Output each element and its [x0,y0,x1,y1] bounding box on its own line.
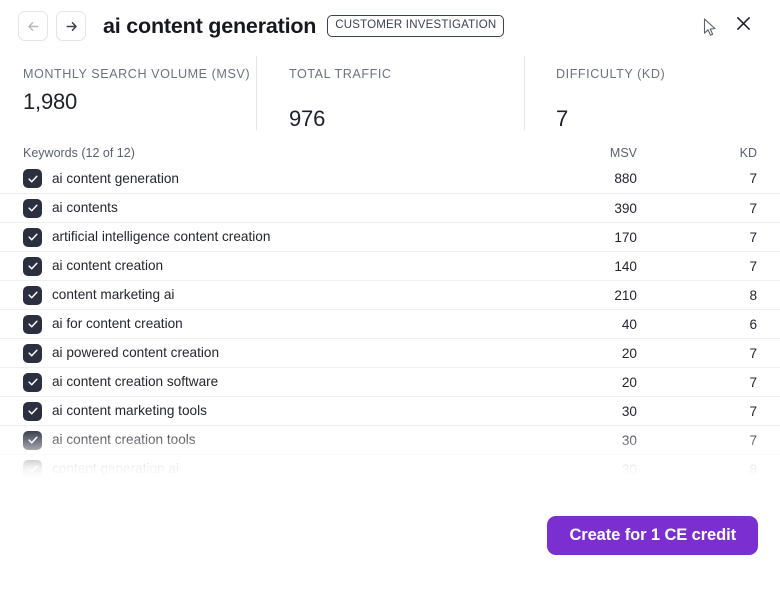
close-button[interactable] [730,13,756,39]
keyword-cell: ai content creation [23,256,527,276]
keywords-rows: ai content generation 880 7 ai contents 390 7… [0,164,780,478]
metric-value: 7 [556,106,569,131]
nav-buttons [18,11,86,41]
arrow-right-icon [64,19,79,34]
keyword-msv-value: 30 [621,461,637,477]
table-row[interactable]: ai content marketing tools 30 7 [0,396,780,425]
status-badge: CUSTOMER INVESTIGATION [327,15,505,37]
keyword-kd-value: 8 [749,287,757,303]
keyword-checkbox[interactable] [23,401,42,421]
keyword-kd-value: 7 [749,258,757,274]
keywords-count-label: Keywords (12 of 12) [23,146,135,160]
metrics-row: MONTHLY SEARCH VOLUME (MSV) 1,980 TOTAL … [0,56,780,138]
keyword-checkbox[interactable] [23,459,42,478]
keyword-detail-panel: ai content generation CUSTOMER INVESTIGA… [0,0,780,590]
keyword-label: ai for content creation [52,316,183,332]
keyword-msv-value: 30 [621,403,637,419]
create-button[interactable]: Create for 1 CE credit [547,515,758,555]
keywords-list: Keywords (12 of 12) MSV KD ai content ge… [0,142,780,478]
keyword-label: ai content marketing tools [52,403,207,419]
keyword-label: ai content creation [52,258,164,274]
panel-header: ai content generation CUSTOMER INVESTIGA… [0,0,780,52]
keyword-checkbox[interactable] [23,169,42,188]
keyword-label: content marketing ai [52,287,175,303]
keyword-msv-value: 170 [614,229,637,245]
table-row[interactable]: content marketing ai 210 8 [0,280,780,309]
keyword-label: ai content creation tools [52,432,196,448]
keyword-label: ai powered content creation [52,345,220,361]
table-row[interactable]: ai content generation 880 7 [0,164,780,193]
keyword-checkbox[interactable] [23,198,42,218]
metric-difficulty-kd: DIFFICULTY (KD) 7 [524,56,780,132]
column-header-kd: KD [739,146,757,160]
table-row[interactable]: ai for content creation 40 6 [0,309,780,338]
table-row[interactable]: ai content creation 140 7 [0,251,780,280]
keyword-checkbox[interactable] [23,343,42,363]
metric-total-traffic: TOTAL TRAFFIC 976 [256,56,524,132]
keyword-label: ai content generation [52,170,179,186]
keyword-cell: artificial intelligence content creation [23,227,527,247]
keyword-kd-value: 7 [749,200,757,216]
keyword-kd-value: 7 [749,229,757,245]
keyword-checkbox[interactable] [23,314,42,334]
keyword-msv-value: 880 [614,171,637,186]
keyword-checkbox[interactable] [23,256,42,276]
metric-value: 976 [289,106,326,131]
keyword-checkbox[interactable] [23,430,42,450]
keyword-checkbox[interactable] [23,372,42,392]
keyword-kd-value: 8 [749,461,757,477]
keyword-kd-value: 7 [749,171,757,186]
arrow-left-icon [26,19,41,34]
keyword-kd-value: 7 [749,345,757,361]
metric-label: DIFFICULTY (KD) [556,67,666,81]
keyword-cell: content generation ai [23,459,527,478]
table-row[interactable]: content generation ai 30 8 [0,454,780,478]
keyword-msv-value: 140 [614,258,637,274]
keyword-cell: ai content marketing tools [23,401,527,421]
metric-label: TOTAL TRAFFIC [289,67,392,81]
page-title: ai content generation [103,13,317,38]
keyword-kd-value: 7 [749,374,757,390]
table-row[interactable]: ai content creation tools 30 7 [0,425,780,454]
back-button[interactable] [18,11,48,41]
keyword-cell: content marketing ai [23,285,527,305]
column-header-msv: MSV [609,146,637,160]
keyword-msv-value: 40 [621,316,637,332]
keyword-msv-value: 20 [621,345,637,361]
table-row[interactable]: ai contents 390 7 [0,193,780,222]
table-row[interactable]: ai content creation software 20 7 [0,367,780,396]
keyword-cell: ai content generation [23,169,527,188]
keyword-kd-value: 7 [749,403,757,419]
keyword-cell: ai for content creation [23,314,527,334]
keyword-checkbox[interactable] [23,285,42,305]
keyword-label: artificial intelligence content creation [52,229,271,245]
keyword-checkbox[interactable] [23,227,42,247]
keyword-msv-value: 390 [614,200,637,216]
metric-monthly-search-volume: MONTHLY SEARCH VOLUME (MSV) 1,980 [0,56,256,115]
keyword-label: ai content creation software [52,374,219,390]
keyword-kd-value: 7 [749,432,757,448]
keyword-cell: ai contents [23,198,527,218]
keyword-msv-value: 30 [621,432,637,448]
table-row[interactable]: ai powered content creation 20 7 [0,338,780,367]
keyword-kd-value: 6 [749,316,757,332]
keyword-msv-value: 20 [621,374,637,390]
keywords-list-header: Keywords (12 of 12) MSV KD [0,142,780,164]
close-icon [734,14,753,38]
metric-value: 1,980 [23,89,78,114]
keyword-cell: ai powered content creation [23,343,527,363]
table-row[interactable]: artificial intelligence content creation… [0,222,780,251]
panel-footer: Create for 1 CE credit [0,500,780,570]
keyword-label: content generation ai [52,461,179,477]
forward-button[interactable] [56,11,86,41]
metric-label: MONTHLY SEARCH VOLUME (MSV) [23,67,251,81]
keyword-cell: ai content creation tools [23,430,527,450]
keyword-cell: ai content creation software [23,372,527,392]
keyword-label: ai contents [52,200,118,216]
keyword-msv-value: 210 [614,287,637,303]
